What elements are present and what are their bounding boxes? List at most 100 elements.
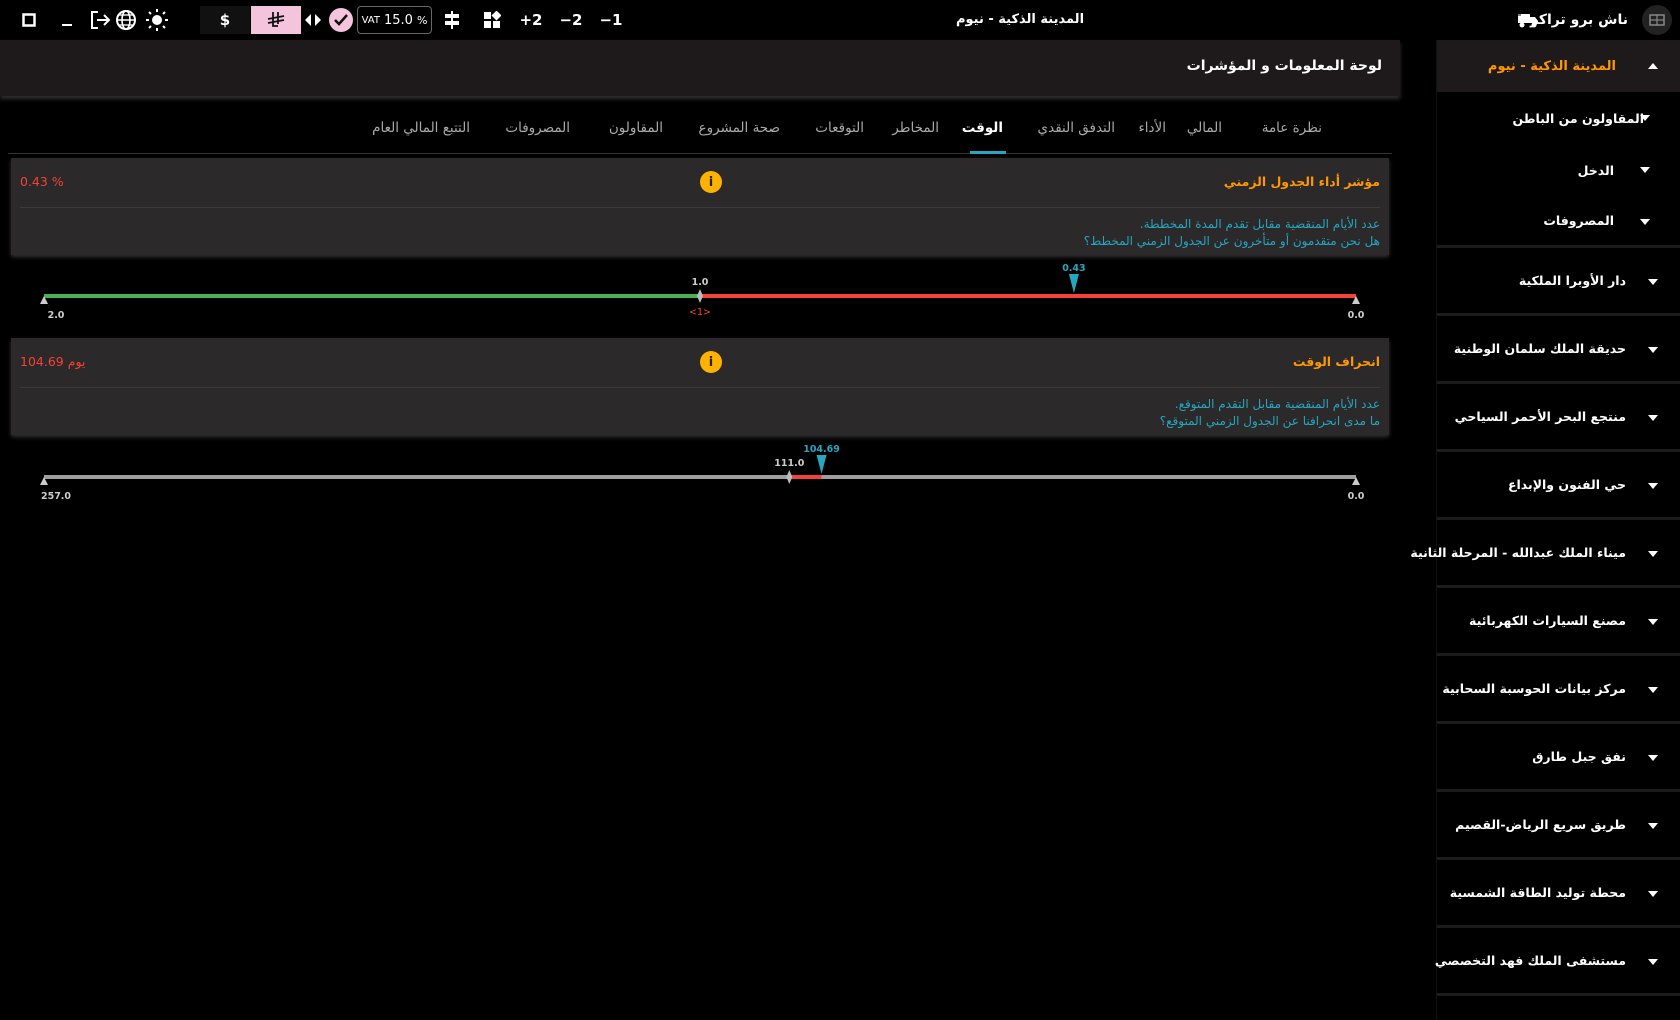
step-plus2-button[interactable]: +2 (518, 6, 544, 34)
tab-forecasts[interactable]: التوقعات (815, 120, 864, 136)
riyal-sign-icon (267, 12, 285, 27)
gauge-value-marker (1068, 274, 1079, 293)
tab-time[interactable]: الوقت (962, 120, 1003, 136)
dashboard-grid-icon[interactable] (481, 6, 503, 34)
tab-expenses[interactable]: المصروفات (505, 120, 570, 136)
sidebar-item-project[interactable]: مستشفى الملك فهد التخصصي (1434, 928, 1680, 996)
sidebar-item-label: مركز بيانات الحوسبة السحابية (1442, 681, 1626, 696)
chevron-down-icon[interactable] (1648, 415, 1658, 421)
chevron-down-icon[interactable] (1648, 687, 1658, 693)
gauge-time-variance-svg: 257.0 0.0 111.0 104.69 (40, 444, 1365, 499)
chevron-down-icon[interactable] (1648, 823, 1658, 829)
sidebar-sub-item-label: المقاولون من الباطن (1512, 110, 1644, 126)
gauge-target-marker (786, 470, 793, 484)
sidebar-sub-item-subcontractors[interactable]: المقاولون من الباطن (1437, 92, 1680, 144)
sidebar-item-project[interactable]: مركز بيانات الحوسبة السحابية (1437, 656, 1680, 724)
project-title: المدينة الذكية - نيوم (955, 12, 1085, 27)
chevron-down-icon[interactable] (1648, 279, 1658, 285)
kpi-card-time-variance: انحراف الوقت i 104.69 يوم عدد الأيام الم… (11, 338, 1389, 435)
window-minimize-icon[interactable] (58, 6, 76, 34)
sidebar-item-project[interactable]: منتجع البحر الأحمر السياحي (1437, 384, 1680, 452)
sidebar-item-project[interactable]: نفق جبل طارق (1437, 724, 1680, 792)
dollar-sign-icon: $ (219, 11, 231, 29)
sidebar-item-project[interactable]: محطة توليد الطاقة الشمسية (1437, 860, 1680, 928)
chevron-down-icon[interactable] (1648, 959, 1658, 965)
chevron-down-icon[interactable] (1640, 219, 1650, 225)
top-bar: $ VAT 15.0 % +2 −2 −1 المدينة الذكية - ن… (0, 0, 1680, 40)
info-icon[interactable]: i (700, 171, 722, 193)
tab-performance[interactable]: الأداء (1138, 120, 1166, 136)
sidebar-item-project[interactable]: حديقة الملك سلمان الوطنية (1437, 316, 1680, 384)
gauge-value-marker (816, 455, 827, 474)
gauge-min-label: 0.0 (1348, 491, 1365, 499)
vat-box[interactable]: VAT 15.0 % (357, 6, 432, 34)
tab-general-financial-tracking[interactable]: التتبع المالي العام (372, 120, 470, 136)
gauge-target-label: 1.0 (692, 277, 709, 288)
vat-value: 15.0 (383, 12, 413, 28)
chevron-down-icon[interactable] (1648, 483, 1658, 489)
sidebar-item-project[interactable]: مصنع السيارات الكهربائية (1437, 588, 1680, 656)
currency-riyal-button[interactable] (251, 6, 301, 34)
chevron-down-icon[interactable] (1648, 551, 1658, 557)
sidebar-item-project[interactable]: حي الفنون والإبداع (1437, 452, 1680, 520)
main-content: لوحة المعلومات و المؤشرات نظرة عامة الما… (0, 40, 1402, 1020)
kpi-title: انحراف الوقت (1292, 354, 1380, 369)
sidebar-item-label: طريق سريع الرياض-القصيم (1455, 817, 1626, 832)
globe-icon[interactable] (114, 6, 138, 34)
currency-dollar-button[interactable]: $ (200, 6, 250, 34)
vat-unit: % (416, 13, 428, 27)
gauge-time-variance: 257.0 0.0 111.0 104.69 (0, 439, 1400, 499)
sidebar-item-label: دار الأوبرا الملكية (1518, 273, 1626, 288)
sidebar-item-label: مستشفى الملك فهد التخصصي (1434, 953, 1626, 968)
gauge-max-label: 2.0 (48, 310, 65, 318)
signpost-icon[interactable] (442, 6, 462, 34)
sidebar-item-project[interactable]: ميناء الملك عبدالله - المرحلة الثانية (1410, 520, 1680, 588)
chevron-down-icon[interactable] (1640, 167, 1650, 173)
chevron-down-icon[interactable] (1640, 115, 1650, 121)
tab-contractors[interactable]: المقاولون (609, 120, 663, 136)
step-minus2-button[interactable]: −2 (558, 6, 584, 34)
tab-financial[interactable]: المالي (1187, 120, 1222, 136)
chevron-down-icon[interactable] (1648, 619, 1658, 625)
chevron-up-icon[interactable] (1648, 63, 1658, 69)
sidebar-sub-item-income[interactable]: الدخل (1437, 144, 1680, 196)
tab-risks[interactable]: المخاطر (892, 120, 939, 136)
gauge-marker-label: 104.69 (803, 444, 840, 455)
theme-sun-icon[interactable] (145, 6, 169, 34)
kpi-card-spi: مؤشر أداء الجدول الزمني i 0.43 % عدد الأ… (11, 158, 1389, 255)
vat-label: VAT (361, 14, 380, 26)
sidebar-project-header[interactable]: المدينة الذكية - نيوم (1437, 40, 1680, 92)
logout-icon[interactable] (88, 6, 112, 34)
sidebar-item-label: محطة توليد الطاقة الشمسية (1449, 885, 1626, 900)
sidebar-item-label: نفق جبل طارق (1532, 749, 1626, 764)
sidebar-sub-item-label: الدخل (1577, 162, 1614, 178)
sidebar-project-title: المدينة الذكية - نيوم (1487, 58, 1616, 74)
gauge-marker-label: 0.43 (1062, 263, 1085, 274)
gauge-min-label: 0.0 (1348, 310, 1365, 318)
info-icon[interactable]: i (700, 351, 722, 373)
chevron-down-icon[interactable] (1648, 891, 1658, 897)
sidebar: المدينة الذكية - نيوم المقاولون من الباط… (1410, 40, 1680, 1020)
window-maximize-icon[interactable] (18, 6, 40, 34)
sidebar-item-project[interactable]: دار الأوبرا الملكية (1437, 248, 1680, 316)
sidebar-item-project[interactable]: طريق سريع الرياض-القصيم (1437, 792, 1680, 860)
gauge-target-marker (697, 289, 703, 303)
sidebar-sub-item-label: المصروفات (1543, 213, 1614, 228)
confirm-check-icon[interactable] (327, 6, 355, 34)
kpi-description-line2: هل نحن متقدمون أو متأخرون عن الجدول الزم… (1083, 234, 1380, 248)
sidebar-sub-item-expenses[interactable]: المصروفات (1437, 196, 1680, 248)
gauge-target-sublabel: <1> (689, 307, 711, 318)
tab-project-health[interactable]: صحة المشروع (699, 120, 780, 136)
swap-arrows-icon[interactable] (302, 6, 324, 34)
step-minus1-button[interactable]: −1 (598, 6, 624, 34)
gauge-spi-svg: 2.0 0.0 1.0 <1> 0.43 (40, 263, 1365, 318)
chevron-down-icon[interactable] (1648, 347, 1658, 353)
gauge-max-label: 257.0 (41, 491, 71, 499)
tab-cashflow[interactable]: التدفق النقدي (1038, 120, 1115, 136)
sidebar-item-label: ميناء الملك عبدالله - المرحلة الثانية (1410, 545, 1626, 560)
kpi-title: مؤشر أداء الجدول الزمني (1223, 174, 1380, 189)
chevron-down-icon[interactable] (1648, 755, 1658, 761)
sidebar-item-label: مصنع السيارات الكهربائية (1469, 613, 1626, 628)
sidebar-project-list: دار الأوبرا الملكية حديقة الملك سلمان الو… (1410, 248, 1680, 996)
tab-overview[interactable]: نظرة عامة (1262, 120, 1322, 136)
